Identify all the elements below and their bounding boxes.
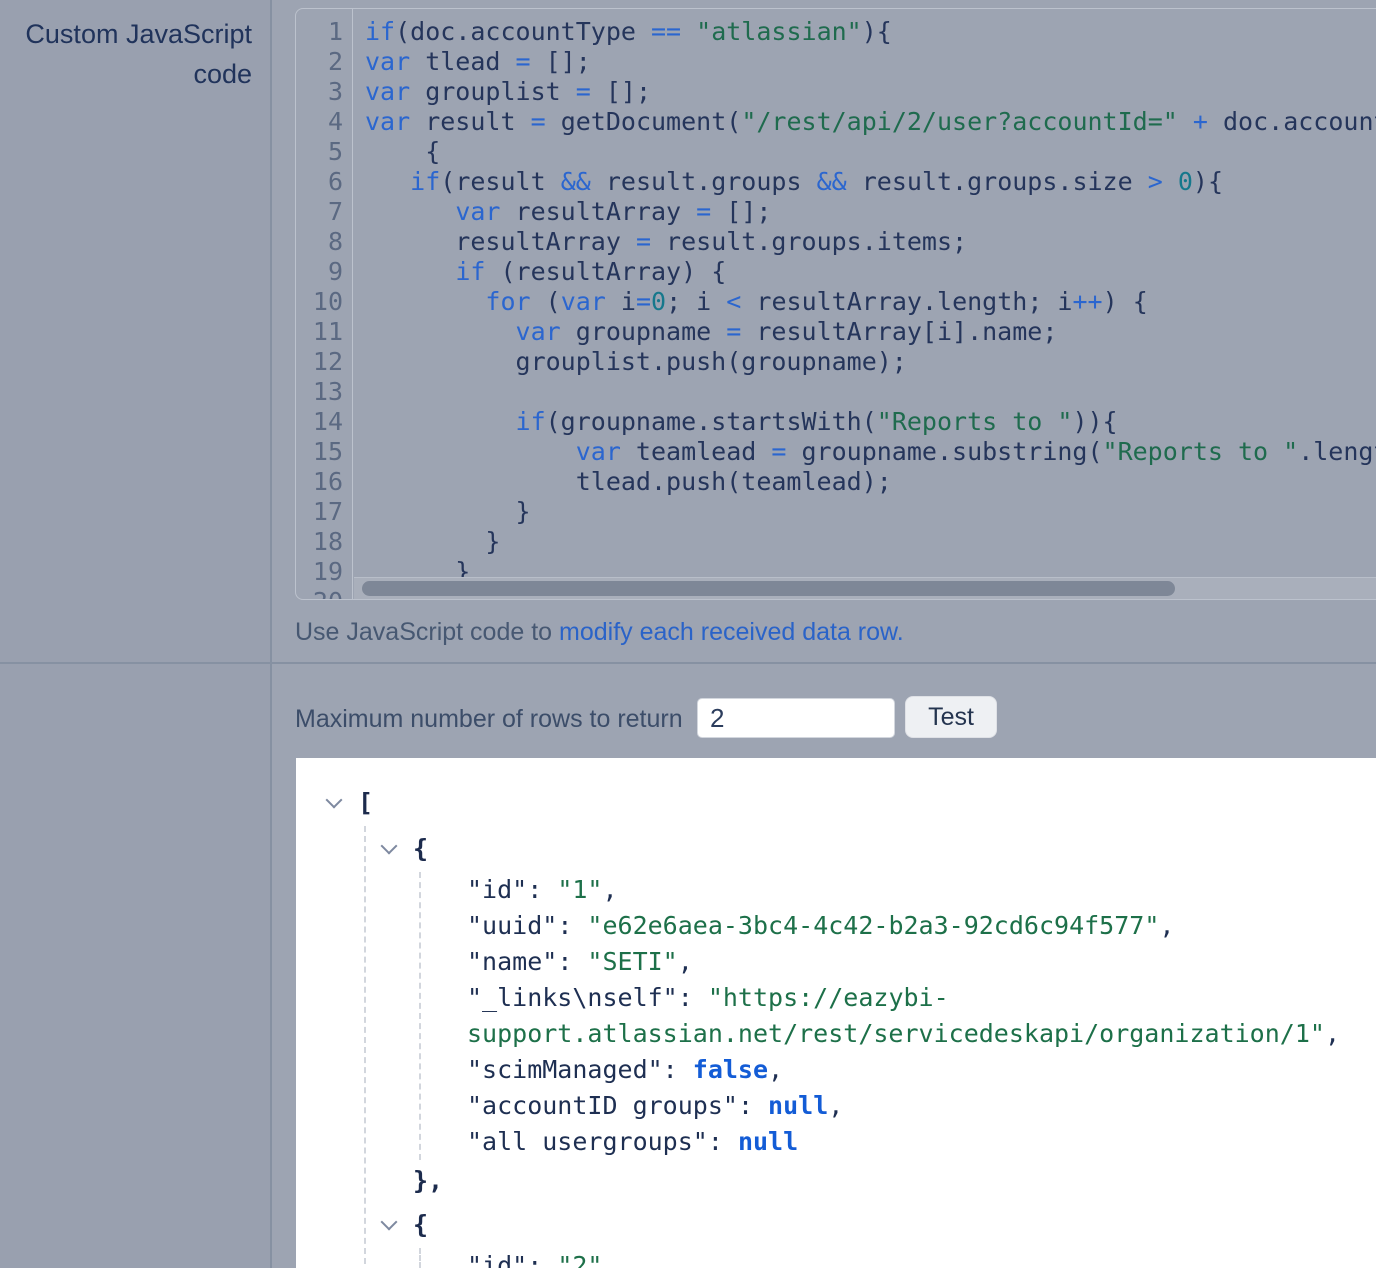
json-row: { [296, 1202, 1376, 1248]
line-number: 10 [296, 287, 352, 317]
line-number: 18 [296, 527, 352, 557]
line-number: 5 [296, 137, 352, 167]
line-number: 19 [296, 557, 352, 587]
code-line: } [365, 497, 1376, 527]
json-row: [ [296, 780, 1376, 826]
line-number: 8 [296, 227, 352, 257]
json-row: "_links\nself": "https://eazybi-support.… [296, 980, 1376, 1052]
line-number: 7 [296, 197, 352, 227]
line-number: 13 [296, 377, 352, 407]
json-row: }, [296, 1160, 1376, 1202]
line-number: 12 [296, 347, 352, 377]
code-line: resultArray = result.groups.items; [365, 227, 1376, 257]
code-line: if (resultArray) { [365, 257, 1376, 287]
json-row: "id": "2", [296, 1248, 1376, 1268]
line-number: 9 [296, 257, 352, 287]
collapse-chevron-icon[interactable] [328, 780, 358, 826]
line-number: 11 [296, 317, 352, 347]
code-lines: if(doc.accountType == "atlassian"){var t… [354, 9, 1376, 599]
test-button[interactable]: Test [905, 696, 997, 738]
horizontal-scrollbar[interactable] [354, 577, 1376, 599]
code-line [365, 377, 1376, 407]
max-rows-input[interactable] [697, 698, 895, 738]
custom-javascript-code-label: Custom JavaScript code [8, 14, 252, 94]
code-line: var resultArray = []; [365, 197, 1376, 227]
line-number: 1 [296, 17, 352, 47]
line-number: 16 [296, 467, 352, 497]
line-number: 4 [296, 107, 352, 137]
line-number: 2 [296, 47, 352, 77]
json-result-panel: [{"id": "1","uuid": "e62e6aea-3bc4-4c42-… [296, 758, 1376, 1268]
line-number: 6 [296, 167, 352, 197]
scrollbar-thumb[interactable] [362, 581, 1175, 596]
collapse-chevron-icon[interactable] [383, 1202, 413, 1248]
max-rows-label: Maximum number of rows to return [295, 703, 683, 735]
code-line: if(groupname.startsWith("Reports to ")){ [365, 407, 1376, 437]
code-line: for (var i=0; i < resultArray.length; i+… [365, 287, 1376, 317]
code-line: var result = getDocument("/rest/api/2/us… [365, 107, 1376, 137]
code-line: if(result && result.groups && result.gro… [365, 167, 1376, 197]
code-editor[interactable]: 1234567891011121314151617181920 if(doc.a… [295, 8, 1376, 600]
json-row: { [296, 826, 1376, 872]
help-link[interactable]: modify each received data row. [559, 618, 904, 646]
json-row: "accountID groups": null, [296, 1088, 1376, 1124]
json-row: "name": "SETI", [296, 944, 1376, 980]
line-number: 20 [296, 587, 352, 599]
line-number: 15 [296, 437, 352, 467]
code-line: var groupname = resultArray[i].name; [365, 317, 1376, 347]
json-row: "all usergroups": null [296, 1124, 1376, 1160]
code-line: if(doc.accountType == "atlassian"){ [365, 17, 1376, 47]
code-line: } [365, 527, 1376, 557]
code-line: { [365, 137, 1376, 167]
form-row-divider [0, 662, 1376, 664]
editor-help-text: Use JavaScript code to modify each recei… [295, 616, 904, 648]
json-rows: [{"id": "1","uuid": "e62e6aea-3bc4-4c42-… [296, 780, 1376, 1268]
json-row: "uuid": "e62e6aea-3bc4-4c42-b2a3-92cd6c9… [296, 908, 1376, 944]
collapse-chevron-icon[interactable] [383, 826, 413, 872]
field-label-column: Custom JavaScript code [0, 0, 272, 1268]
help-text-prefix: Use JavaScript code to [295, 618, 559, 646]
json-row: "scimManaged": false, [296, 1052, 1376, 1088]
line-number: 14 [296, 407, 352, 437]
line-number-gutter: 1234567891011121314151617181920 [296, 9, 353, 599]
line-number: 3 [296, 77, 352, 107]
code-line: var grouplist = []; [365, 77, 1376, 107]
line-number: 17 [296, 497, 352, 527]
code-line: grouplist.push(groupname); [365, 347, 1376, 377]
code-line: var teamlead = groupname.substring("Repo… [365, 437, 1376, 467]
code-line: var tlead = []; [365, 47, 1376, 77]
code-line: tlead.push(teamlead); [365, 467, 1376, 497]
json-row: "id": "1", [296, 872, 1376, 908]
